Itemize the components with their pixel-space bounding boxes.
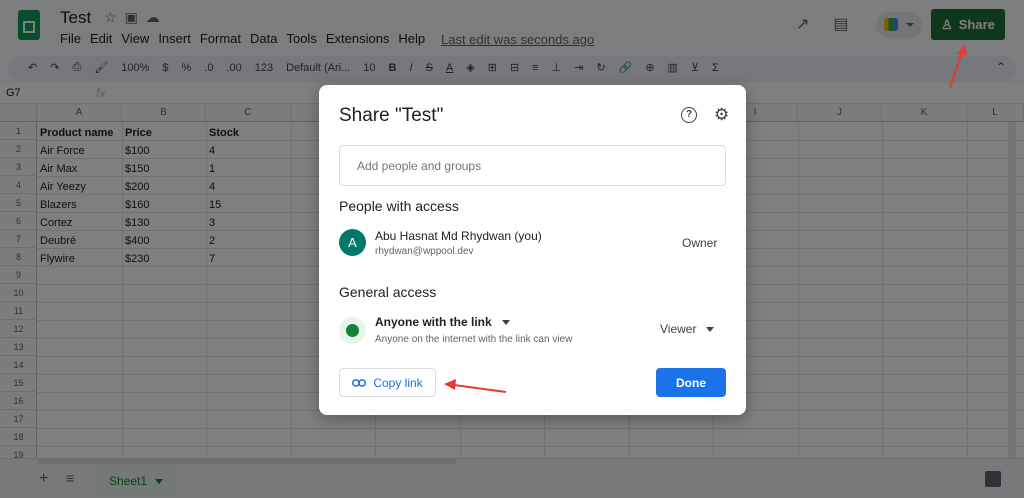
share-dialog: Share "Test" ? ⚙ People with access A Ab…: [319, 85, 746, 415]
link-role-label: Viewer: [660, 322, 697, 336]
general-access-label: Anyone with the link: [375, 315, 492, 329]
done-button[interactable]: Done: [656, 368, 726, 397]
dialog-title: Share "Test": [339, 105, 444, 126]
add-people-input[interactable]: [339, 145, 726, 186]
person-email: rhydwan@wppool.dev: [375, 246, 474, 257]
copy-link-button[interactable]: Copy link: [339, 368, 436, 397]
person-role: Owner: [682, 236, 718, 250]
general-access-select[interactable]: Anyone with the link: [375, 315, 510, 329]
person-name: Abu Hasnat Md Rhydwan (you): [375, 229, 542, 243]
link-icon: [352, 378, 367, 387]
people-with-access-heading: People with access: [339, 198, 459, 214]
avatar: A: [339, 229, 366, 256]
chevron-down-icon: [501, 319, 510, 325]
general-access-description: Anyone on the internet with the link can…: [375, 334, 573, 345]
gear-icon[interactable]: ⚙: [714, 106, 729, 124]
help-icon[interactable]: ?: [681, 107, 697, 123]
link-role-select[interactable]: Viewer: [660, 322, 715, 336]
general-access-heading: General access: [339, 284, 437, 300]
chevron-down-icon: [706, 326, 715, 332]
globe-icon: [339, 317, 366, 344]
copy-link-label: Copy link: [373, 375, 423, 390]
